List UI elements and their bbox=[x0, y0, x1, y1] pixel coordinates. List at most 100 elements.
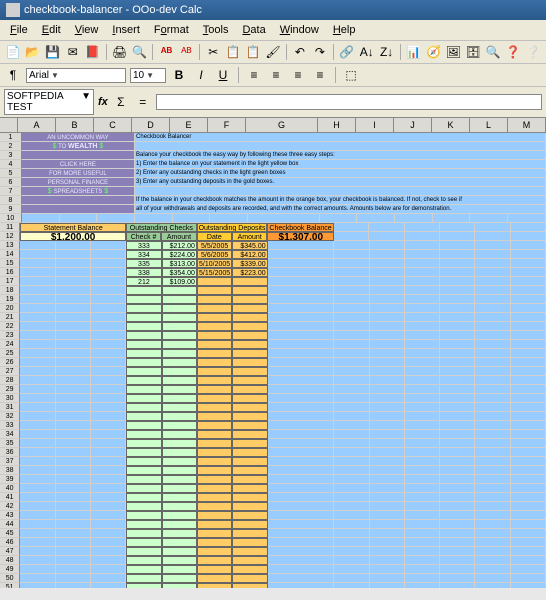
cell[interactable] bbox=[370, 565, 405, 574]
cell[interactable] bbox=[440, 529, 475, 538]
cell[interactable] bbox=[126, 538, 161, 547]
cell[interactable] bbox=[369, 232, 404, 241]
cell[interactable] bbox=[232, 502, 267, 511]
cell[interactable] bbox=[370, 484, 405, 493]
cell[interactable] bbox=[232, 367, 267, 376]
cell[interactable] bbox=[232, 565, 267, 574]
cell[interactable] bbox=[405, 403, 440, 412]
cell[interactable] bbox=[20, 412, 55, 421]
cell[interactable] bbox=[197, 493, 232, 502]
cell[interactable] bbox=[370, 574, 405, 583]
cell[interactable] bbox=[91, 286, 126, 295]
cell[interactable] bbox=[20, 511, 55, 520]
checks-header[interactable]: Outstanding Checks bbox=[126, 223, 197, 232]
cell[interactable] bbox=[20, 574, 55, 583]
cell[interactable] bbox=[511, 322, 546, 331]
cell[interactable] bbox=[511, 538, 546, 547]
cell[interactable] bbox=[511, 439, 546, 448]
cell[interactable] bbox=[268, 259, 335, 268]
row-header[interactable]: 34 bbox=[0, 430, 20, 439]
cell[interactable] bbox=[91, 493, 126, 502]
cell[interactable] bbox=[232, 286, 267, 295]
cell[interactable] bbox=[511, 511, 546, 520]
cell[interactable] bbox=[511, 421, 546, 430]
styles-icon[interactable]: ¶ bbox=[4, 66, 22, 84]
cell[interactable]: 5/6/2005 bbox=[197, 250, 232, 259]
cell[interactable] bbox=[56, 385, 91, 394]
cell[interactable] bbox=[370, 322, 405, 331]
cell[interactable] bbox=[91, 556, 126, 565]
cell[interactable] bbox=[475, 304, 510, 313]
cell[interactable] bbox=[370, 313, 405, 322]
cell[interactable] bbox=[20, 322, 55, 331]
banner-cell[interactable]: $ TO WEALTH $ bbox=[22, 142, 135, 151]
cell[interactable] bbox=[511, 394, 546, 403]
print-icon[interactable]: 🖨 bbox=[111, 43, 129, 61]
cell[interactable]: 5/15/2005 bbox=[197, 268, 232, 277]
cell[interactable] bbox=[135, 214, 173, 223]
cell[interactable] bbox=[126, 493, 161, 502]
cell[interactable] bbox=[370, 331, 405, 340]
cell[interactable] bbox=[440, 385, 475, 394]
cell[interactable] bbox=[511, 457, 546, 466]
cell[interactable] bbox=[268, 322, 335, 331]
cell[interactable] bbox=[126, 547, 161, 556]
help-icon[interactable]: ❓ bbox=[504, 43, 522, 61]
row-header[interactable]: 44 bbox=[0, 520, 20, 529]
cell[interactable] bbox=[334, 268, 369, 277]
cell[interactable] bbox=[511, 277, 546, 286]
cell[interactable] bbox=[268, 421, 335, 430]
cell[interactable] bbox=[20, 340, 55, 349]
fx-icon[interactable]: fx bbox=[98, 96, 108, 108]
cell[interactable] bbox=[475, 502, 510, 511]
cell[interactable] bbox=[268, 484, 335, 493]
font-combo[interactable]: Arial ▼ bbox=[26, 68, 126, 83]
menu-tools[interactable]: Tools bbox=[197, 22, 235, 38]
cell[interactable] bbox=[440, 475, 475, 484]
cell[interactable] bbox=[126, 475, 161, 484]
cell[interactable]: $313.00 bbox=[162, 259, 197, 268]
cell[interactable] bbox=[440, 376, 475, 385]
cell[interactable] bbox=[91, 583, 126, 588]
cell[interactable] bbox=[475, 448, 510, 457]
cell[interactable] bbox=[126, 466, 161, 475]
preview-icon[interactable]: 🔍 bbox=[131, 43, 149, 61]
menu-file[interactable]: File bbox=[4, 22, 34, 38]
cell[interactable] bbox=[56, 430, 91, 439]
cell[interactable] bbox=[197, 574, 232, 583]
cell[interactable] bbox=[126, 394, 161, 403]
cell[interactable] bbox=[91, 268, 126, 277]
cell[interactable] bbox=[232, 349, 267, 358]
cell[interactable] bbox=[20, 403, 55, 412]
cell[interactable] bbox=[162, 376, 197, 385]
cell[interactable] bbox=[268, 439, 335, 448]
cell[interactable] bbox=[56, 259, 91, 268]
open-icon[interactable]: 📂 bbox=[24, 43, 42, 61]
cb-value[interactable]: $1,307.00 bbox=[267, 232, 334, 241]
cell[interactable] bbox=[511, 358, 546, 367]
cell[interactable] bbox=[232, 529, 267, 538]
cell[interactable] bbox=[197, 475, 232, 484]
cell[interactable] bbox=[56, 583, 91, 588]
cell[interactable] bbox=[268, 277, 335, 286]
cell[interactable] bbox=[334, 547, 369, 556]
cell[interactable] bbox=[440, 223, 475, 232]
sum-icon[interactable]: Σ bbox=[112, 93, 130, 111]
sort-desc-icon[interactable]: Z↓ bbox=[378, 43, 396, 61]
row-header[interactable]: 2 bbox=[0, 142, 22, 151]
datasources-icon[interactable]: 🗄 bbox=[464, 43, 482, 61]
cell[interactable] bbox=[20, 394, 55, 403]
cell[interactable] bbox=[475, 322, 510, 331]
cell[interactable] bbox=[405, 286, 440, 295]
banner-cell[interactable]: $ SPREADSHEETS $ bbox=[22, 187, 135, 196]
sort-asc-icon[interactable]: A↓ bbox=[358, 43, 376, 61]
row-header[interactable]: 40 bbox=[0, 484, 20, 493]
cell[interactable] bbox=[475, 241, 510, 250]
cell[interactable] bbox=[91, 538, 126, 547]
cell[interactable] bbox=[511, 502, 546, 511]
cell[interactable] bbox=[126, 529, 161, 538]
cell[interactable] bbox=[56, 457, 91, 466]
cell[interactable] bbox=[162, 331, 197, 340]
cell[interactable] bbox=[405, 421, 440, 430]
cell[interactable] bbox=[162, 574, 197, 583]
